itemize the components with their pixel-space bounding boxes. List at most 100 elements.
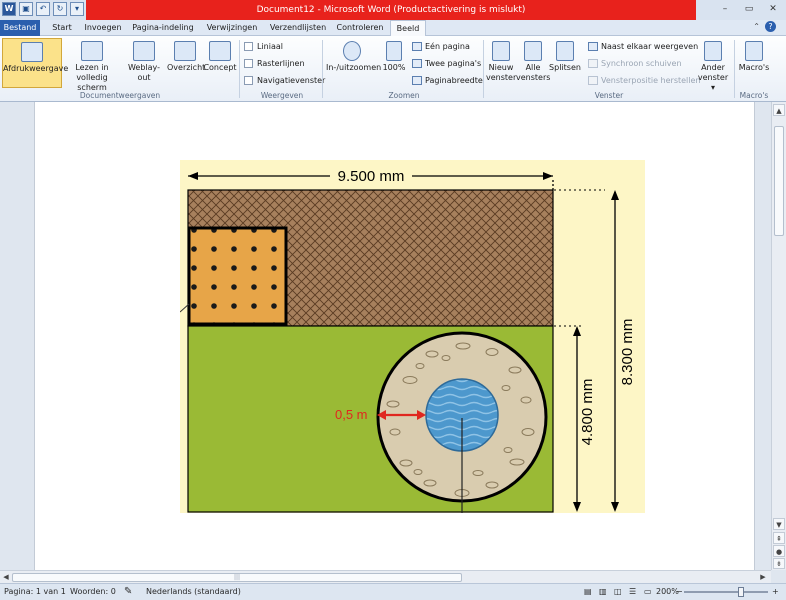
- arrange-all-icon: [524, 41, 542, 61]
- rasterlijnen-checkbox[interactable]: Rasterlijnen: [244, 59, 305, 68]
- outline-view-icon[interactable]: ☰: [629, 584, 636, 600]
- distance-label: 0,5 m: [335, 407, 368, 422]
- paginabreedte-button[interactable]: Paginabreedte: [412, 76, 483, 85]
- quick-access-toolbar: W ▣ ↶ ↻ ▾: [2, 2, 84, 16]
- scroll-down-icon[interactable]: ▼: [773, 518, 785, 530]
- outline-icon: [174, 41, 196, 61]
- ribbon-minimize-icon[interactable]: ⌃: [753, 22, 760, 31]
- synchroon-schuiven-button[interactable]: Synchroon schuiven: [588, 59, 682, 68]
- one-page-icon: [412, 42, 422, 51]
- status-bar: Pagina: 1 van 1 Woorden: 0 ✎ Nederlands …: [0, 583, 786, 600]
- previous-page-icon[interactable]: ⇞: [773, 532, 785, 544]
- word-count-status[interactable]: Woorden: 0: [70, 584, 116, 600]
- draft-view-icon[interactable]: ▭: [644, 584, 652, 600]
- synchronous-scrolling-icon: [588, 59, 598, 68]
- scroll-right-icon[interactable]: ▶: [758, 572, 768, 582]
- tab-bestand[interactable]: Bestand: [0, 20, 40, 36]
- tab-beeld[interactable]: Beeld: [390, 20, 426, 37]
- tab-pagina-indeling[interactable]: Pagina-indeling: [130, 20, 196, 36]
- ander-venster-button[interactable]: Ander venster ▾: [696, 38, 730, 92]
- zoom-slider-handle[interactable]: [738, 587, 744, 597]
- nieuw-venster-button[interactable]: Nieuw venster: [486, 38, 516, 88]
- zoom-100-button[interactable]: 100%: [380, 38, 408, 88]
- twee-paginas-button[interactable]: Twee pagina's: [412, 59, 481, 68]
- word-app-icon[interactable]: W: [2, 2, 16, 16]
- next-page-icon[interactable]: ⇟: [773, 558, 785, 569]
- group-label-zoomen: Zoomen: [388, 91, 420, 100]
- alle-vensters-button[interactable]: Alle vensters: [516, 38, 550, 88]
- scroll-left-icon[interactable]: ◀: [1, 572, 11, 582]
- group-separator: [322, 40, 323, 98]
- group-separator: [734, 40, 735, 98]
- tab-start[interactable]: Start: [46, 20, 78, 36]
- print-layout-view-icon[interactable]: ▤: [584, 584, 592, 600]
- group-label-weergeven: Weergeven: [260, 91, 304, 100]
- document-page[interactable]: 0,5 m 9.500 mm 8.300 mm 4.800 mm: [34, 102, 755, 570]
- browse-object-icon[interactable]: ●: [773, 545, 785, 557]
- close-icon[interactable]: ✕: [764, 3, 782, 16]
- weblayout-button[interactable]: Weblay-out: [122, 38, 166, 88]
- splitsen-button[interactable]: Splitsen: [549, 38, 581, 88]
- maximize-icon[interactable]: ▭: [740, 3, 758, 16]
- proofing-icon[interactable]: ✎: [124, 584, 132, 600]
- navigatievenster-checkbox[interactable]: Navigatievenster: [244, 76, 325, 85]
- help-icon[interactable]: ?: [765, 21, 776, 32]
- page-100-icon: [386, 41, 402, 61]
- switch-windows-icon: [704, 41, 722, 61]
- scroll-up-icon[interactable]: ▲: [773, 104, 785, 116]
- macros-icon: [745, 41, 763, 61]
- afdrukweergave-button[interactable]: Afdrukweergave: [2, 38, 68, 88]
- group-label-venster: Venster: [594, 91, 624, 100]
- language-status[interactable]: Nederlands (standaard): [146, 584, 241, 600]
- vertical-scrollbar[interactable]: ▲ ▼ ⇞ ● ⇟: [771, 102, 786, 570]
- save-icon[interactable]: ▣: [19, 2, 33, 16]
- draft-icon: [209, 41, 231, 61]
- window-controls: – ▭ ✕: [716, 3, 782, 16]
- tab-invoegen[interactable]: Invoegen: [82, 20, 124, 36]
- magnifier-icon: [343, 41, 361, 61]
- zoom-in-icon[interactable]: +: [772, 584, 779, 600]
- side-by-side-icon: [588, 42, 598, 51]
- width-label: 9.500 mm: [338, 168, 405, 185]
- page-width-icon: [412, 76, 422, 85]
- title-bar: W ▣ ↶ ↻ ▾ Document12 - Microsoft Word (P…: [0, 0, 786, 20]
- liniaal-checkbox[interactable]: Liniaal: [244, 42, 283, 51]
- horizontal-scroll-thumb[interactable]: |||: [12, 573, 462, 582]
- full-screen-reading-icon: [81, 41, 103, 61]
- page-count-status[interactable]: Pagina: 1 van 1: [4, 584, 66, 600]
- vensterpositie-herstellen-button[interactable]: Vensterpositie herstellen: [588, 76, 701, 85]
- tab-controleren[interactable]: Controleren: [334, 20, 386, 36]
- een-pagina-button[interactable]: Eén pagina: [412, 42, 470, 51]
- new-window-icon: [492, 41, 510, 61]
- garden-plan-figure: 0,5 m 9.500 mm 8.300 mm 4.800 mm: [180, 160, 645, 513]
- in-uitzoomen-button[interactable]: In-/uitzoomen: [326, 38, 381, 88]
- macros-button[interactable]: Macro's: [736, 38, 772, 88]
- undo-icon[interactable]: ↶: [36, 2, 50, 16]
- naast-elkaar-button[interactable]: Naast elkaar weergeven: [588, 42, 698, 51]
- group-separator: [239, 40, 240, 98]
- vertical-scroll-thumb[interactable]: [774, 126, 784, 236]
- two-pages-icon: [412, 59, 422, 68]
- overzicht-button[interactable]: Overzicht: [167, 38, 205, 88]
- web-layout-icon: [133, 41, 155, 61]
- redo-icon[interactable]: ↻: [53, 2, 67, 16]
- web-layout-view-icon[interactable]: ◫: [614, 584, 622, 600]
- document-area[interactable]: 0,5 m 9.500 mm 8.300 mm 4.800 mm: [0, 102, 771, 570]
- customize-toolbar-icon[interactable]: ▾: [70, 2, 84, 16]
- concept-button[interactable]: Concept: [203, 38, 237, 88]
- zoom-out-icon[interactable]: −: [676, 584, 683, 600]
- tab-verzendlijsten[interactable]: Verzendlijsten: [266, 20, 330, 36]
- tab-verwijzingen[interactable]: Verwijzingen: [202, 20, 262, 36]
- group-label-documentweergaven: Documentweergaven: [79, 91, 161, 100]
- reset-window-position-icon: [588, 76, 598, 85]
- minimize-icon[interactable]: –: [716, 3, 734, 16]
- zoom-slider[interactable]: [684, 591, 768, 593]
- full-screen-view-icon[interactable]: ▥: [599, 584, 607, 600]
- split-icon: [556, 41, 574, 61]
- group-separator: [483, 40, 484, 98]
- group-label-macros: Macro's: [739, 91, 769, 100]
- lezen-volledig-scherm-button[interactable]: Lezen in volledig scherm: [64, 38, 120, 92]
- height-label: 8.300 mm: [619, 319, 636, 386]
- horizontal-scrollbar[interactable]: ◀ ||| ▶: [0, 570, 771, 583]
- ribbon-tabs: Bestand Start Invoegen Pagina-indeling V…: [0, 20, 786, 37]
